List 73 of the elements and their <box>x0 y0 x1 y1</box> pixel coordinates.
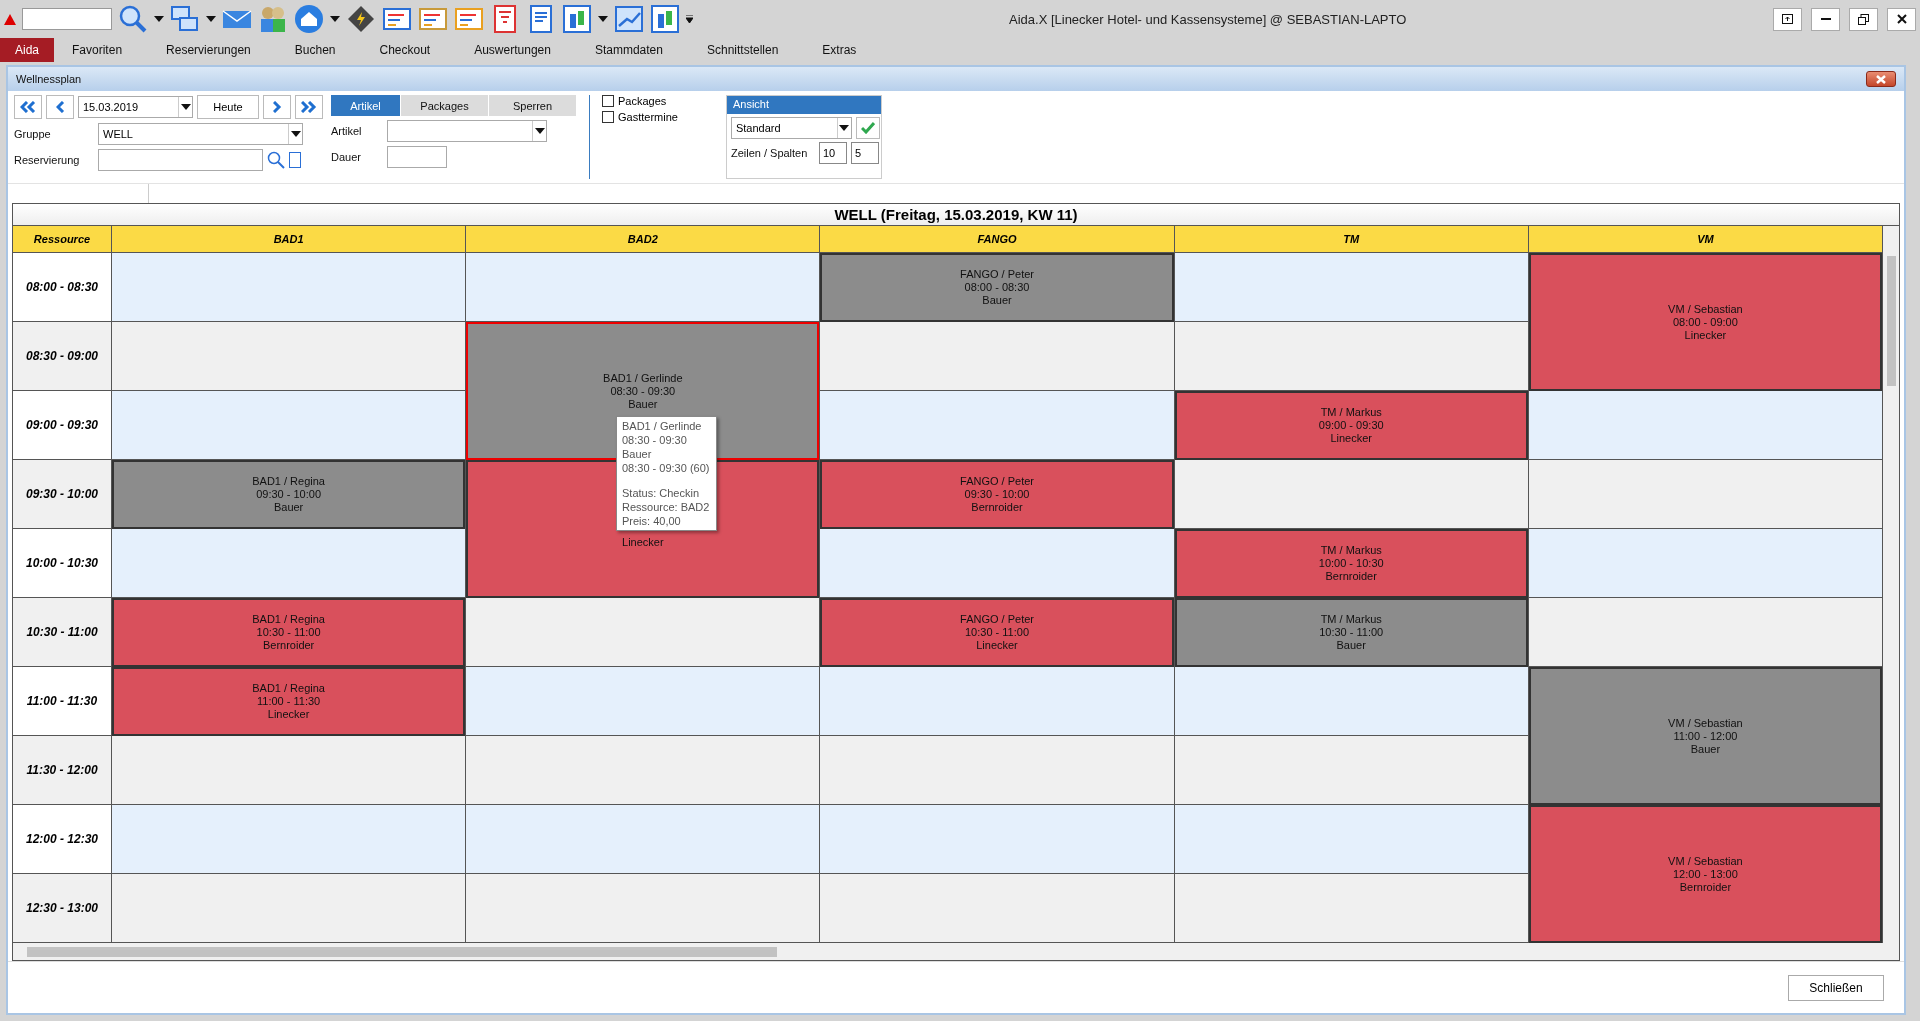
tooltip-text: Ressource: BAD2 <box>622 500 711 514</box>
time-label: 12:30 - 13:00 <box>13 874 112 943</box>
field-label: Zeilen / Spalten <box>730 147 809 159</box>
tooltip-text: BAD1 / Gerlinde <box>622 419 703 433</box>
column-header: BAD2 <box>466 226 821 253</box>
appointment-text: BAD1 / Gerlinde <box>603 371 683 385</box>
tooltip-text: 08:30 - 09:30 (60) <box>622 461 711 475</box>
appointment-text: TM / Markus <box>1320 406 1382 419</box>
appointment-text: 08:00 - 08:30 <box>964 281 1030 294</box>
appointment-text: Linecker <box>1330 432 1372 445</box>
appointment-text: BAD1 / Regina <box>252 682 325 695</box>
appointment-text: 10:30 - 11:00 <box>256 626 321 639</box>
dialog-title: Wellnessplan <box>16 73 82 85</box>
appointment-text: FANGO / Peter <box>960 613 1034 626</box>
appointment-text: FANGO / Peter <box>960 268 1034 281</box>
appointment-text: Linecker <box>1684 328 1727 342</box>
appointment-text: Bernroider <box>1325 570 1377 583</box>
column-header: FANGO <box>820 226 1175 253</box>
column-header: TM <box>1174 226 1529 253</box>
checkbox-label: Packages <box>618 95 667 107</box>
time-label: 10:30 - 11:00 <box>13 598 112 667</box>
appointment-text: FANGO / Peter <box>960 475 1034 488</box>
appointment-text: Linecker <box>976 639 1018 652</box>
appointment-text: Bernroider <box>262 639 315 652</box>
time-label: 11:00 - 11:30 <box>13 667 112 736</box>
field-label: Dauer <box>331 151 362 163</box>
appointment-text: Bauer <box>1690 742 1721 756</box>
appointment-text: 12:00 - 13:00 <box>1673 867 1738 881</box>
appointment-text: Bauer <box>628 397 658 411</box>
appointment-text: Linecker <box>267 708 310 721</box>
appointment-text: 10:00 - 10:30 <box>1318 557 1384 570</box>
appointment-text: Bauer <box>273 501 304 514</box>
appointment-text: Bernroider <box>1679 880 1732 894</box>
time-label: 11:30 - 12:00 <box>13 736 112 805</box>
time-label: 10:00 - 10:30 <box>13 529 112 598</box>
appointment-text: 11:00 - 12:00 <box>1673 729 1738 743</box>
panel-header: Ansicht <box>726 96 881 114</box>
tooltip-text: 08:30 - 09:30 <box>622 433 688 447</box>
window-title: Aida.X [Linecker Hotel- und Kassensysteme] @ SEBASTIAN-LAPTO <box>1009 11 1407 27</box>
appointment-text: TM / Markus <box>1320 544 1382 557</box>
column-header: BAD1 <box>112 226 467 253</box>
appointment-text: 10:30 - 11:00 <box>965 626 1029 639</box>
time-label: 08:30 - 09:00 <box>13 322 112 391</box>
time-label: 12:00 - 12:30 <box>13 805 112 874</box>
appointment-text: 11:00 - 11:30 <box>257 695 321 708</box>
appointment-text: VM / Sebastian <box>1668 302 1743 316</box>
appointment-text: 08:00 - 09:00 <box>1673 315 1738 329</box>
appointment-text: BAD1 / Regina <box>252 475 325 488</box>
tooltip-text: Bauer <box>622 447 653 461</box>
appointment-text: BAD1 / Regina <box>252 613 325 626</box>
appointment-text: Bernroider <box>971 501 1023 514</box>
field-label: Gruppe <box>14 128 52 140</box>
column-header: VM <box>1528 226 1883 253</box>
appointment-text: 09:00 - 09:30 <box>1318 419 1384 432</box>
appointment-text: VM / Sebastian <box>1668 854 1743 868</box>
appointment-text: 09:30 - 10:00 <box>256 488 321 501</box>
appointment-text: 10:30 - 11:00 <box>1319 626 1384 639</box>
field-label: Artikel <box>331 125 363 137</box>
appointment-text: Bauer <box>1336 639 1366 652</box>
tooltip-text: Status: Checkin <box>622 486 701 500</box>
field-label: Reservierung <box>14 154 81 166</box>
time-label: 08:00 - 08:30 <box>13 253 112 322</box>
time-label: 09:00 - 09:30 <box>13 391 112 460</box>
appointment-text: 08:30 - 09:30 <box>610 384 676 398</box>
appointment-text: Linecker <box>622 535 664 549</box>
appointment-text: 09:30 - 10:00 <box>964 488 1030 501</box>
appointment-text: TM / Markus <box>1320 613 1382 626</box>
column-header: Ressource <box>13 226 112 253</box>
appointment-text: Bauer <box>982 294 1012 307</box>
appointment-text: VM / Sebastian <box>1668 716 1743 730</box>
time-label: 09:30 - 10:00 <box>13 460 112 529</box>
tooltip-text: Preis: 40,00 <box>622 514 682 528</box>
checkbox-label: Gasttermine <box>618 111 678 123</box>
